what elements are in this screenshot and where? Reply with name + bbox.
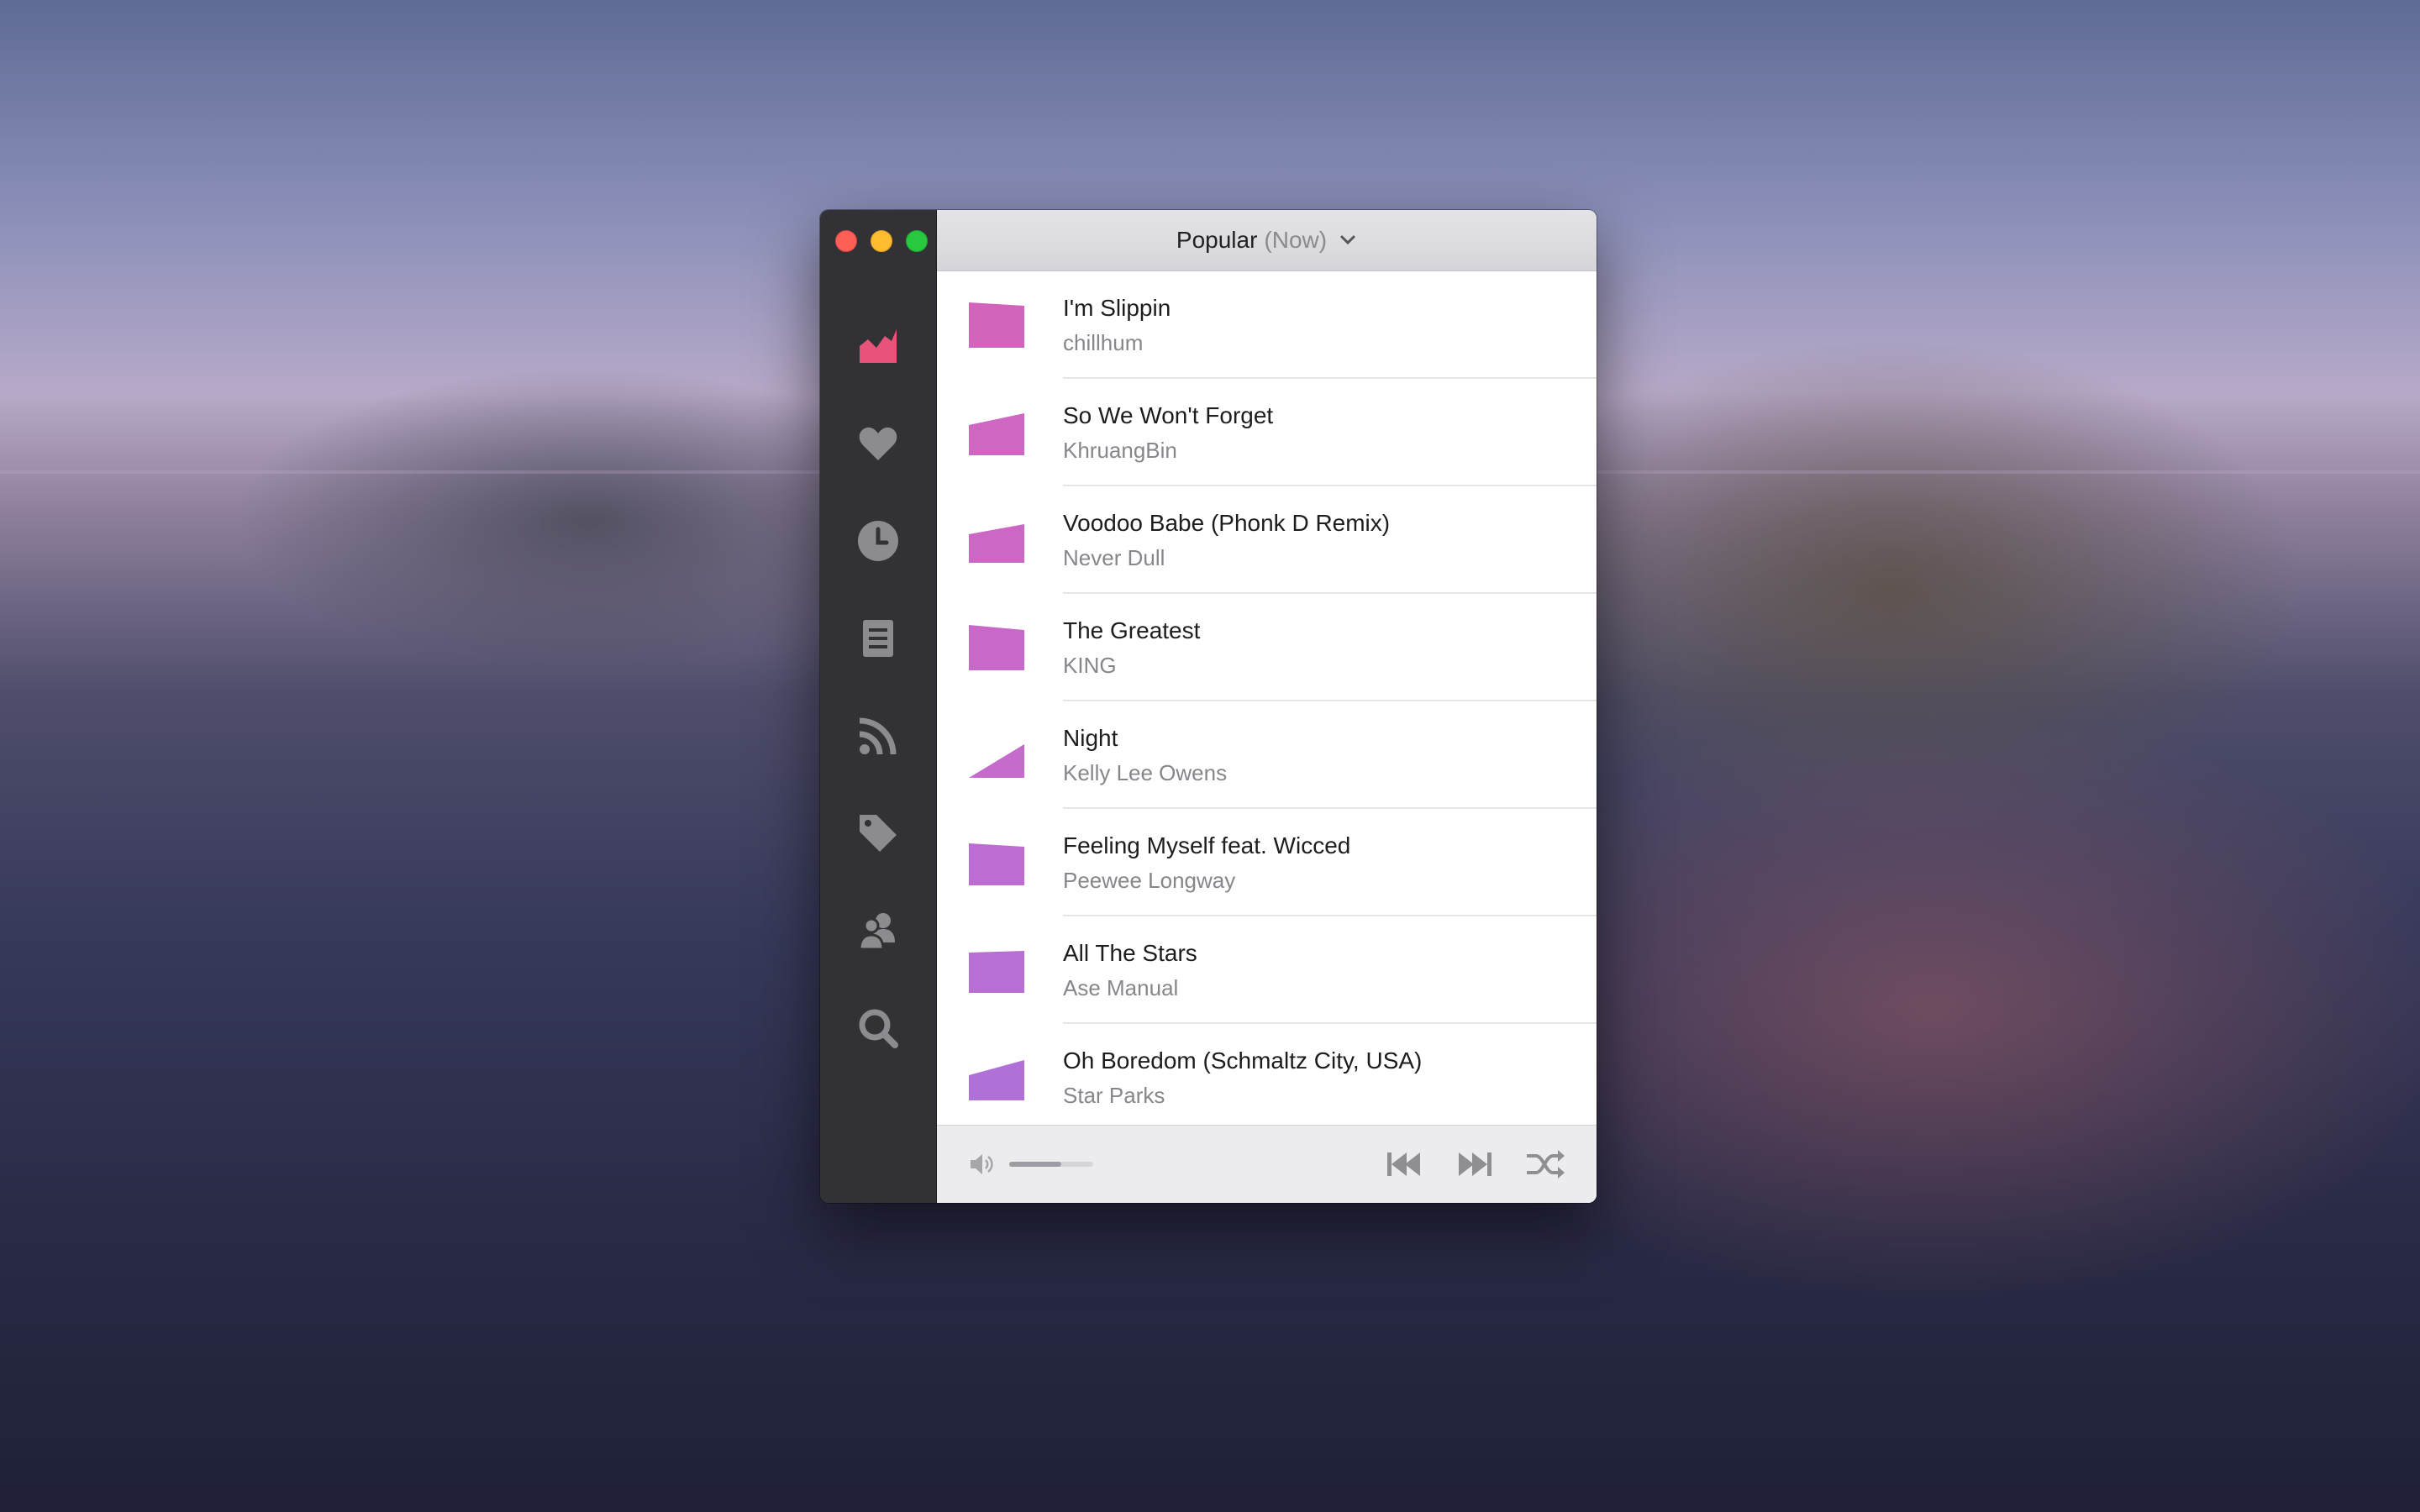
artwork-shape (969, 625, 1024, 670)
zoom-button[interactable] (906, 230, 928, 252)
chart-icon (860, 329, 897, 363)
track-row[interactable]: Feeling Myself feat. Wicced Peewee Longwa… (937, 809, 1597, 916)
artwork-shape (969, 302, 1024, 348)
track-title: So We Won't Forget (1063, 402, 1274, 428)
playback-controls (1383, 1147, 1566, 1181)
track-artwork (969, 302, 1024, 348)
heart-icon (859, 427, 897, 460)
main-panel: Popular (Now) I'm Slippin chillhum So We W… (937, 210, 1597, 1203)
track-artist: Never Dull (1063, 544, 1165, 570)
track-title: The Greatest (1063, 617, 1201, 643)
track-text: I'm Slippin chillhum (1063, 295, 1171, 356)
track-row[interactable]: I'm Slippin chillhum (937, 271, 1597, 379)
artwork-shape (969, 524, 1024, 563)
track-text: The Greatest KING (1063, 617, 1200, 679)
app-window: Popular (Now) I'm Slippin chillhum So We W… (820, 210, 1597, 1203)
chevron-down-icon (1340, 235, 1355, 245)
track-artist: chillhum (1063, 329, 1144, 355)
track-artist: Peewee Longway (1063, 867, 1236, 893)
sidebar-item-list[interactable] (820, 590, 936, 687)
search-icon (859, 1009, 898, 1048)
track-text: Voodoo Babe (Phonk D Remix) Never Dull (1063, 510, 1390, 571)
track-artist: Star Parks (1063, 1082, 1165, 1108)
track-title: Voodoo Babe (Phonk D Remix) (1063, 509, 1391, 536)
track-text: Oh Boredom (Schmaltz City, USA) Star Park… (1063, 1047, 1422, 1109)
track-artwork (969, 625, 1024, 670)
track-title: I'm Slippin (1063, 294, 1171, 321)
track-artwork (969, 951, 1024, 993)
artwork-shape (969, 413, 1024, 455)
track-title: All The Stars (1063, 939, 1197, 966)
close-button[interactable] (835, 230, 857, 252)
window-controls (835, 230, 928, 252)
track-artwork (969, 413, 1024, 455)
sidebar (820, 210, 937, 1203)
track-artist: KhruangBin (1063, 437, 1177, 463)
artwork-shape (969, 843, 1024, 885)
track-row[interactable]: The Greatest KING (937, 594, 1597, 701)
sidebar-item-tags[interactable] (820, 785, 936, 882)
track-row[interactable]: So We Won't Forget KhruangBin (937, 379, 1597, 486)
artwork-shape (969, 1060, 1024, 1100)
minimize-button[interactable] (871, 230, 892, 252)
track-row[interactable]: All The Stars Ase Manual (937, 916, 1597, 1024)
view-period: (Now) (1264, 227, 1328, 253)
next-track-icon[interactable] (1454, 1147, 1496, 1181)
rss-icon (859, 717, 897, 755)
view-title: Popular (1176, 227, 1258, 253)
artwork-shape (969, 951, 1024, 993)
artwork-shape (969, 744, 1024, 778)
track-title: Feeling Myself feat. Wicced (1063, 832, 1351, 858)
track-row[interactable]: Voodoo Babe (Phonk D Remix) Never Dull (937, 486, 1597, 594)
track-artist: Kelly Lee Owens (1063, 759, 1228, 785)
track-list: I'm Slippin chillhum So We Won't Forget Khr… (937, 271, 1597, 1125)
sidebar-item-search[interactable] (820, 979, 936, 1077)
sidebar-item-people[interactable] (820, 882, 936, 979)
volume-level (1009, 1162, 1061, 1167)
track-artwork (969, 1060, 1024, 1100)
track-artist: KING (1063, 652, 1117, 678)
sidebar-item-loved[interactable] (820, 395, 936, 492)
track-text: So We Won't Forget KhruangBin (1063, 402, 1273, 464)
player-bar (937, 1125, 1597, 1203)
track-artwork (969, 524, 1024, 563)
clock-icon (858, 521, 898, 561)
sidebar-item-popular[interactable] (820, 297, 936, 395)
track-title: Oh Boredom (Schmaltz City, USA) (1063, 1047, 1423, 1074)
track-artwork (969, 843, 1024, 885)
users-icon (858, 913, 895, 951)
track-row[interactable]: Night Kelly Lee Owens (937, 701, 1597, 809)
speaker-icon[interactable] (967, 1150, 996, 1179)
volume-slider[interactable] (1009, 1162, 1093, 1167)
track-artwork (969, 744, 1024, 778)
track-row[interactable]: Oh Boredom (Schmaltz City, USA) Star Park… (937, 1024, 1597, 1125)
track-text: Feeling Myself feat. Wicced Peewee Longwa… (1063, 832, 1350, 894)
list-icon (863, 620, 893, 657)
track-text: All The Stars Ase Manual (1063, 940, 1197, 1001)
sidebar-item-latest[interactable] (820, 492, 936, 590)
track-title: Night (1063, 724, 1118, 751)
tag-icon (860, 815, 897, 852)
previous-track-icon[interactable] (1383, 1147, 1425, 1181)
sidebar-item-feed[interactable] (820, 687, 936, 785)
shuffle-icon[interactable] (1524, 1147, 1566, 1181)
track-artist: Ase Manual (1063, 974, 1179, 1000)
track-text: Night Kelly Lee Owens (1063, 725, 1227, 786)
view-selector[interactable]: Popular (Now) (937, 210, 1597, 271)
sidebar-nav (820, 297, 936, 1077)
